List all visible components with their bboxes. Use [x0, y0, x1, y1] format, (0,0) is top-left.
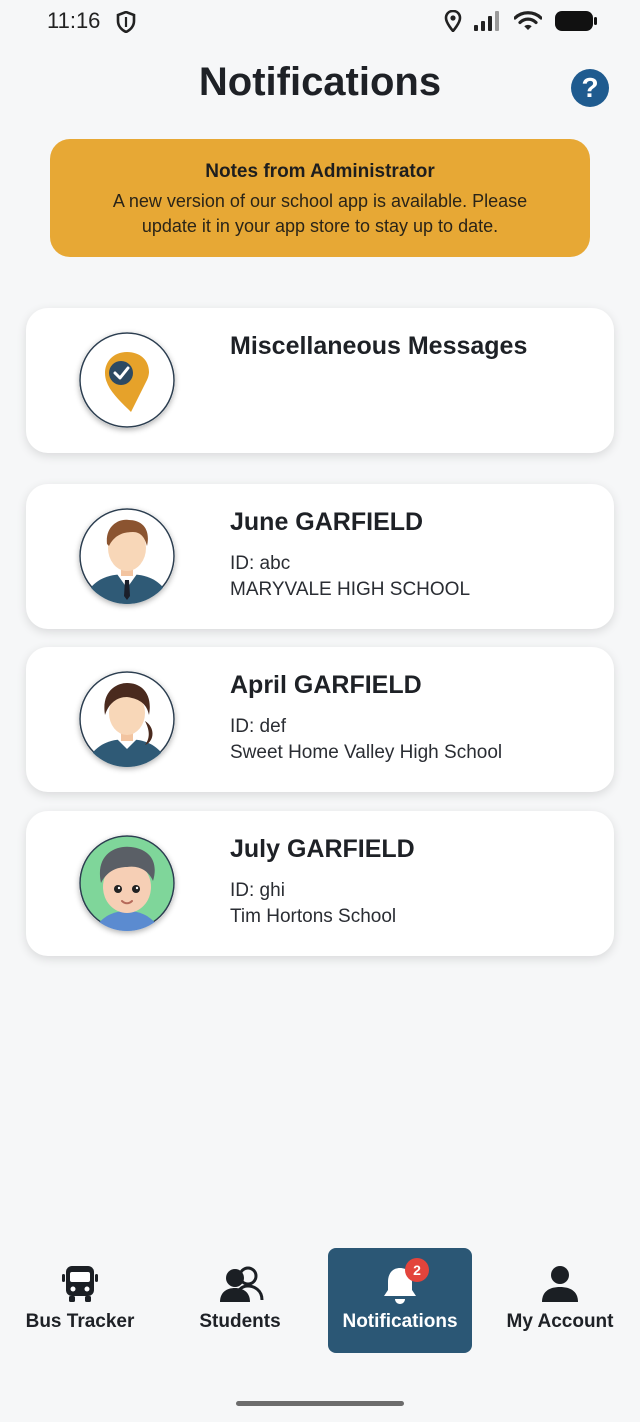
nav-label: Notifications: [342, 1311, 458, 1332]
admin-notice-message: A new version of our school app is avail…: [112, 191, 528, 236]
students-icon: [218, 1262, 264, 1306]
student-card-july[interactable]: July GARFIELD ID: ghi Tim Hortons School: [26, 811, 614, 956]
bottom-nav: Bus Tracker Students 2 Notifications My …: [0, 1240, 640, 1360]
student-card-june[interactable]: June GARFIELD ID: abc MARYVALE HIGH SCHO…: [26, 484, 614, 629]
admin-notice-title: Notes from Administrator: [205, 161, 435, 182]
admin-notice-banner: Notes from Administrator A new version o…: [50, 139, 590, 257]
nav-my-account[interactable]: My Account: [488, 1248, 632, 1353]
nav-label: Bus Tracker: [25, 1311, 135, 1332]
student-name: June GARFIELD: [230, 508, 424, 536]
help-button[interactable]: ?: [571, 69, 609, 107]
wifi-icon: [513, 10, 543, 37]
student-avatar: [79, 835, 175, 931]
student-name: July GARFIELD: [230, 835, 415, 863]
signal-icon: [474, 11, 502, 36]
nav-label: My Account: [506, 1311, 614, 1332]
account-icon: [538, 1262, 582, 1306]
nav-students[interactable]: Students: [168, 1248, 312, 1353]
notification-count-badge: 2: [405, 1258, 429, 1282]
student-school: Tim Hortons School: [230, 906, 397, 927]
misc-messages-card[interactable]: Miscellaneous Messages: [26, 308, 614, 453]
shield-icon: [116, 10, 136, 38]
location-icon: [444, 9, 462, 37]
misc-messages-icon: [79, 332, 175, 428]
nav-bus-tracker[interactable]: Bus Tracker: [8, 1248, 152, 1353]
home-indicator[interactable]: [236, 1401, 404, 1406]
card-title: Miscellaneous Messages: [230, 332, 528, 360]
status-time: 11:16: [47, 8, 101, 33]
bus-icon: [58, 1262, 102, 1306]
nav-label: Students: [199, 1311, 281, 1332]
student-id: ID: ghi: [230, 880, 285, 901]
student-id: ID: abc: [230, 553, 291, 574]
status-icons: [444, 9, 598, 37]
nav-notifications[interactable]: 2 Notifications: [328, 1248, 472, 1353]
student-id: ID: def: [230, 716, 286, 737]
page-title: Notifications: [198, 60, 442, 104]
student-avatar: [79, 508, 175, 604]
student-name: April GARFIELD: [230, 671, 422, 699]
student-avatar: [79, 671, 175, 767]
student-school: MARYVALE HIGH SCHOOL: [230, 579, 471, 600]
student-card-april[interactable]: April GARFIELD ID: def Sweet Home Valley…: [26, 647, 614, 792]
battery-icon: [554, 10, 598, 37]
student-school: Sweet Home Valley High School: [230, 742, 503, 763]
status-bar: 11:16: [0, 0, 640, 44]
